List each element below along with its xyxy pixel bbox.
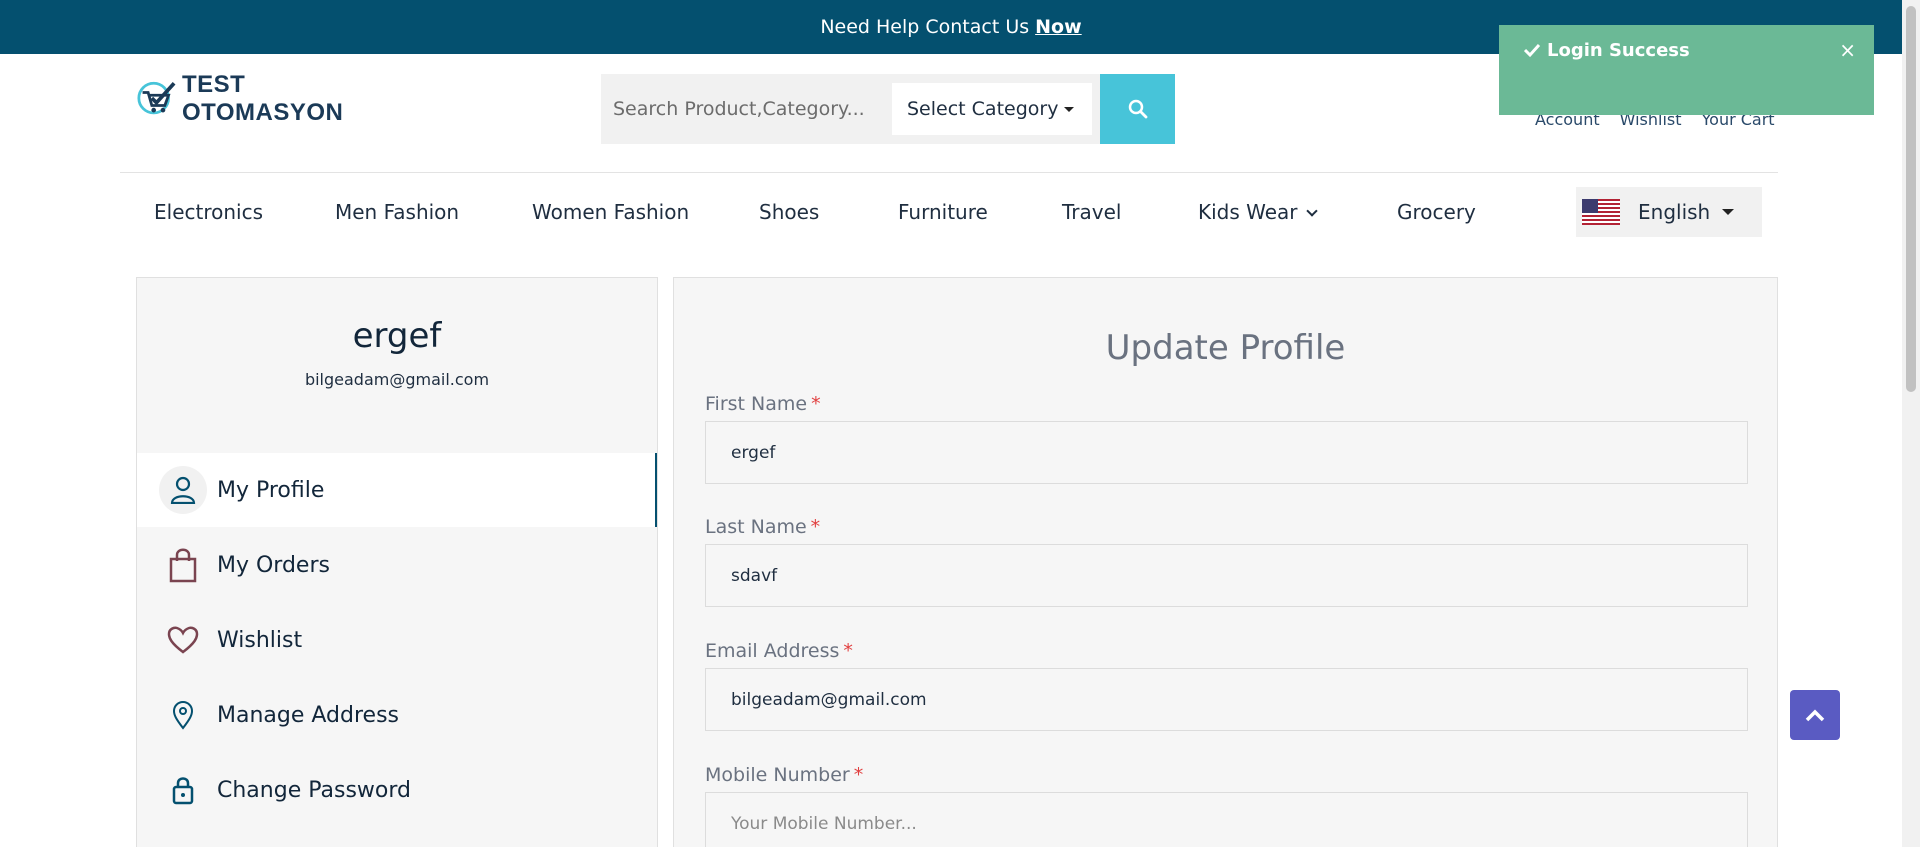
search-icon bbox=[1128, 99, 1147, 119]
nav-item-electronics[interactable]: Electronics bbox=[154, 200, 263, 224]
search-button[interactable] bbox=[1100, 74, 1175, 144]
sidebar-item-label: My Orders bbox=[217, 552, 330, 578]
mobile-number-field[interactable] bbox=[705, 792, 1748, 847]
sidebar-item-manage-address[interactable]: Manage Address bbox=[137, 678, 657, 752]
sidebar-item-wishlist[interactable]: Wishlist bbox=[137, 603, 657, 677]
caret-down-icon bbox=[1722, 209, 1734, 215]
back-to-top-button[interactable] bbox=[1790, 690, 1840, 740]
nav-item-women-fashion[interactable]: Women Fashion bbox=[532, 200, 689, 224]
contact-now-link[interactable]: Now bbox=[1035, 16, 1082, 38]
language-select[interactable]: English bbox=[1576, 187, 1762, 237]
nav-item-travel[interactable]: Travel bbox=[1062, 200, 1121, 224]
site-logo[interactable]: TEST OTOMASYON bbox=[137, 71, 397, 126]
nav-item-furniture[interactable]: Furniture bbox=[898, 200, 988, 224]
header-divider bbox=[120, 172, 1778, 173]
first-name-label-text: First Name bbox=[705, 393, 808, 415]
help-text: Need Help Contact Us bbox=[820, 16, 1030, 38]
language-label: English bbox=[1638, 200, 1711, 224]
last-name-field[interactable] bbox=[705, 544, 1748, 607]
nav-item-grocery[interactable]: Grocery bbox=[1397, 200, 1476, 224]
page: Need Help Contact Us Now TEST OTOMASYON … bbox=[0, 0, 1920, 847]
update-profile-panel: Update Profile First Name* Last Name* Em… bbox=[673, 277, 1778, 847]
required-mark: * bbox=[810, 516, 821, 538]
location-pin-icon bbox=[159, 691, 207, 739]
sidebar-item-label: Wishlist bbox=[217, 627, 303, 653]
sidebar-item-my-orders[interactable]: My Orders bbox=[137, 528, 657, 602]
brand-name: TEST OTOMASYON bbox=[181, 71, 344, 126]
panel-title: Update Profile bbox=[1105, 328, 1346, 368]
nav-item-men-fashion[interactable]: Men Fashion bbox=[335, 200, 459, 224]
shopping-bag-icon bbox=[159, 541, 207, 589]
required-mark: * bbox=[843, 640, 853, 662]
login-success-toast: Login Success × bbox=[1499, 25, 1874, 115]
nav-item-kids-wear[interactable]: Kids Wear bbox=[1198, 200, 1318, 224]
lock-icon bbox=[159, 766, 207, 814]
mobile-label: Mobile Number * bbox=[705, 764, 863, 786]
nav-item-kids-wear-label: Kids Wear bbox=[1198, 200, 1298, 224]
first-name-label: First Name * bbox=[705, 393, 821, 415]
cart-check-logo-icon bbox=[137, 81, 176, 115]
email-field[interactable] bbox=[705, 668, 1748, 731]
user-name: ergef bbox=[352, 316, 442, 356]
category-select-label: Select Category bbox=[907, 98, 1059, 120]
us-flag-icon bbox=[1582, 199, 1620, 225]
email-label-text: Email Address bbox=[705, 640, 840, 662]
close-icon[interactable]: × bbox=[1839, 38, 1856, 62]
user-icon bbox=[159, 466, 207, 514]
sidebar-item-label: Manage Address bbox=[217, 702, 399, 728]
email-label: Email Address * bbox=[705, 640, 853, 662]
mobile-label-text: Mobile Number bbox=[705, 764, 850, 786]
caret-down-icon bbox=[1064, 107, 1074, 112]
last-name-label-text: Last Name bbox=[705, 516, 807, 538]
user-email: bilgeadam@gmail.com bbox=[304, 370, 490, 389]
nav-item-shoes[interactable]: Shoes bbox=[759, 200, 819, 224]
page-scrollbar[interactable] bbox=[1902, 0, 1920, 847]
toast-message: Login Success bbox=[1547, 40, 1690, 61]
required-mark: * bbox=[811, 393, 821, 415]
chevron-up-icon bbox=[1805, 709, 1825, 722]
sidebar-item-label: Change Password bbox=[217, 777, 411, 803]
chevron-down-icon bbox=[1305, 205, 1318, 217]
first-name-field[interactable] bbox=[705, 421, 1748, 484]
required-mark: * bbox=[853, 764, 864, 786]
search-bar: Select Category bbox=[601, 74, 1175, 144]
account-sidebar: ergef bilgeadam@gmail.com My Profile My … bbox=[136, 277, 658, 847]
search-input[interactable] bbox=[601, 74, 891, 144]
sidebar-item-my-profile[interactable]: My Profile bbox=[137, 453, 657, 527]
category-select[interactable]: Select Category bbox=[892, 83, 1092, 135]
scrollbar-thumb[interactable] bbox=[1906, 6, 1916, 392]
sidebar-item-change-password[interactable]: Change Password bbox=[137, 753, 657, 827]
sidebar-item-label: My Profile bbox=[217, 477, 325, 503]
heart-icon bbox=[159, 616, 207, 664]
last-name-label: Last Name * bbox=[705, 516, 820, 538]
check-icon bbox=[1523, 43, 1541, 58]
